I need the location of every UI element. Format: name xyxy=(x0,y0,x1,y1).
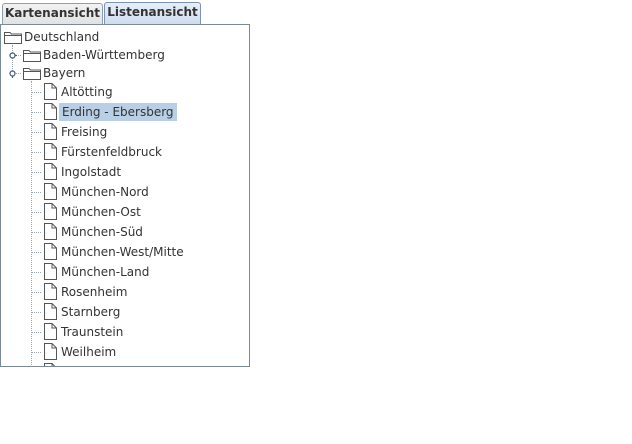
tree-guide-line xyxy=(32,272,41,273)
tree-leaf-rosenheim[interactable]: Rosenheim xyxy=(43,283,129,301)
tree-node-label: Fürstenfeldbruck xyxy=(61,145,162,159)
tree-node-label: Rosenheim xyxy=(61,285,128,299)
tree-guide-line xyxy=(32,152,41,153)
document-icon xyxy=(44,83,57,100)
tree-guide-line xyxy=(32,132,41,133)
tree-guide-line xyxy=(31,81,32,366)
tree-guide-line xyxy=(32,112,41,113)
tree-node-label: Deutschland xyxy=(24,30,100,44)
document-icon xyxy=(44,283,57,300)
tree-leaf-muenchen-west-mitte[interactable]: München-West/Mitte xyxy=(43,243,186,261)
folder-icon xyxy=(23,50,41,62)
tree-guide-line xyxy=(32,332,41,333)
tree-guide-line xyxy=(32,252,41,253)
view-tabbar: Kartenansicht Listenansicht xyxy=(0,0,250,25)
tree-node-label: Altötting xyxy=(61,85,113,99)
tree-node-label: Erding - Ebersberg xyxy=(59,103,177,121)
tree-guide-line xyxy=(32,192,41,193)
folder-icon xyxy=(23,68,41,80)
tree-leaf-fuerstenfeldbruck[interactable]: Fürstenfeldbruck xyxy=(43,143,164,161)
tree-leaf-freising[interactable]: Freising xyxy=(43,123,109,141)
collapse-toggle-icon[interactable] xyxy=(8,69,17,78)
document-icon xyxy=(44,303,57,320)
tree-guide-line xyxy=(32,352,41,353)
tree-node-label: München-Land xyxy=(61,265,150,279)
document-icon xyxy=(44,183,57,200)
tree-node-label: München-Ost xyxy=(61,205,141,219)
tree-leaf-starnberg[interactable]: Starnberg xyxy=(43,303,122,321)
tree-guide-line xyxy=(32,312,41,313)
tree-node-label: Traunstein xyxy=(61,325,124,339)
tree-guide-line xyxy=(32,232,41,233)
tree-guide-line xyxy=(32,212,41,213)
tree-node-label: Weilheim xyxy=(61,345,117,359)
tree-node-label: Ingolstadt xyxy=(61,165,122,179)
tree-leaf-muenchen-land[interactable]: München-Land xyxy=(43,263,151,281)
tree-guide-line xyxy=(32,292,41,293)
document-icon xyxy=(44,323,57,340)
tree-leaf-erding-ebersberg[interactable]: Erding - Ebersberg xyxy=(43,103,177,121)
document-icon xyxy=(44,143,57,160)
tree-node-label: München-Nord xyxy=(61,185,149,199)
tree-node-label: Baden-Württemberg xyxy=(43,48,165,62)
tree-guide-line xyxy=(32,172,41,173)
tree-leaf-altoetting[interactable]: Altötting xyxy=(43,83,115,101)
tree-leaf-muenchen-sued[interactable]: München-Süd xyxy=(43,223,145,241)
tree-node-label: Starnberg xyxy=(61,305,121,319)
document-icon xyxy=(44,203,57,220)
tree-node-baden-wuerttemberg[interactable]: Baden-Württemberg xyxy=(23,46,167,64)
tree-panel[interactable]: Deutschland Baden-Württemberg Bayern Alt… xyxy=(0,24,250,367)
tree-node-label: München-Süd xyxy=(61,225,143,239)
tree-leaf-muenchen-ost[interactable]: München-Ost xyxy=(43,203,143,221)
document-icon xyxy=(44,343,57,360)
tree-node-deutschland[interactable]: Deutschland xyxy=(4,28,101,46)
tree-node-label: Freising xyxy=(61,125,108,139)
document-icon xyxy=(44,103,57,120)
folder-icon xyxy=(4,32,22,44)
document-icon xyxy=(44,223,57,240)
document-icon xyxy=(44,263,57,280)
tree-leaf-ingolstadt[interactable]: Ingolstadt xyxy=(43,163,123,181)
tree-leaf-weilheim[interactable]: Weilheim xyxy=(43,343,118,361)
tree-leaf-traunstein[interactable]: Traunstein xyxy=(43,323,125,341)
document-icon xyxy=(44,363,56,366)
expand-toggle-icon[interactable] xyxy=(8,51,17,60)
document-icon xyxy=(44,123,57,140)
tree-node-bayern[interactable]: Bayern xyxy=(23,64,87,82)
tree-leaf-muenchen-nord[interactable]: München-Nord xyxy=(43,183,151,201)
tree-node-label: München-West/Mitte xyxy=(61,245,184,259)
document-icon xyxy=(44,163,57,180)
tree-guide-line xyxy=(32,92,41,93)
tree-node-label: Bayern xyxy=(43,66,86,80)
tab-kartenansicht[interactable]: Kartenansicht xyxy=(2,3,103,24)
app-window: Kartenansicht Listenansicht Deutschland … xyxy=(0,0,632,444)
tab-listenansicht[interactable]: Listenansicht xyxy=(104,2,201,25)
document-icon xyxy=(44,243,57,260)
